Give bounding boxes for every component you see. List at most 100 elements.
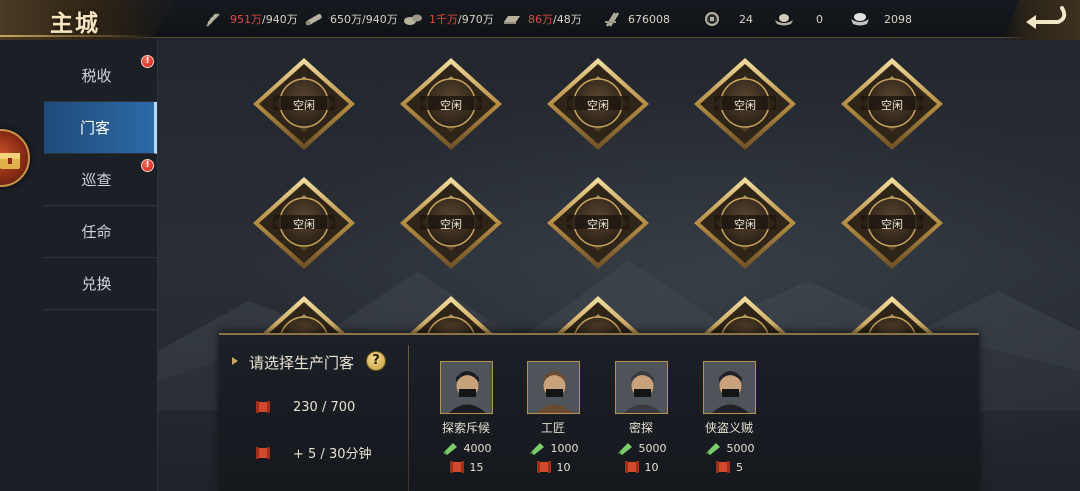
jade-scroll-icon [442,443,457,455]
sidebar-item-label: 任命 [81,223,112,241]
power-value: 676008 [628,12,670,26]
scroll-icon [716,461,730,473]
top-bar: 主城 951万/940万 650万/940万 1千万/970万 86万/48万 [0,0,1080,40]
jade-scroll-icon [529,443,544,455]
gold-ingot-icon [775,14,793,26]
slot-status-label: 空闲 [734,218,756,231]
retainer-card[interactable]: 探索斥候 4000 15 [431,361,501,491]
retainer-output-value: 15 [469,460,484,474]
retainer-cost-value: 1000 [550,441,579,455]
rate-row: + 5 / 30分钟 [255,443,371,462]
resource-wood[interactable]: 650万/940万 [304,9,398,29]
slot-status-label: 空闲 [734,99,756,112]
slot-status-label: 空闲 [587,218,609,231]
sidebar-item-label: 兑换 [81,275,112,293]
help-button[interactable]: ? [366,351,386,371]
retainer-output: 15 [431,460,501,474]
sidebar-item-appoint[interactable]: 任命 [44,206,157,258]
retainer-card[interactable]: 工匠 1000 10 [518,361,588,491]
retainer-portrait[interactable] [614,361,668,414]
retainer-cost-value: 5000 [726,441,755,455]
capacity-row: 230 / 700 [255,399,355,415]
silver-ingot-icon [851,13,869,26]
grain-icon [206,13,220,27]
resource-coin[interactable]: 24 [703,9,753,29]
tax-alert-badge: ! [141,55,154,68]
slot-status-label: 空闲 [440,99,462,112]
retainer-output: 5 [694,460,764,474]
stone-cap: /970万 [458,13,494,26]
retainer-avatar-icon [440,362,492,413]
slot-status-label: 空闲 [440,218,462,231]
scroll-icon [256,401,270,413]
slot-status-label: 空闲 [881,218,903,231]
retainer-avatar-icon [527,362,579,413]
retainer-avatar-icon [703,362,755,413]
resource-grain[interactable]: 951万/940万 [204,9,298,29]
capacity-value: 230 / 700 [293,399,356,415]
wood-icon [305,14,322,26]
retainer-cost: 1000 [518,441,588,455]
production-panel: 请选择生产门客 ? 230 / 700 + 5 / 30分钟 探索斥候 4000 1… [219,333,979,491]
retainer-slot[interactable]: 空闲 [251,56,357,152]
resource-stone[interactable]: 1千万/970万 [403,9,494,29]
retainer-portrait[interactable] [702,361,756,414]
back-arrow-icon [1026,6,1067,29]
sidebar-item-label: 税收 [81,67,112,85]
sidebar-item-exchange[interactable]: 兑换 [44,258,157,310]
scroll-icon [449,461,464,473]
retainer-slot[interactable]: 空闲 [839,175,945,271]
retainer-output-value: 5 [736,460,743,474]
retainer-slot[interactable]: 空闲 [545,175,651,271]
sidebar-item-label: 巡查 [81,171,112,189]
retainer-name: 探索斥候 [441,421,490,435]
retainer-slot[interactable]: 空闲 [251,175,357,271]
coin-value: 24 [739,12,753,26]
sidebar-item-tax[interactable]: 税收 [44,50,157,102]
retainer-card[interactable]: 密探 5000 10 [606,361,676,491]
resource-silver-ingot[interactable]: 2098 [850,9,912,29]
retainer-slot[interactable]: 空闲 [545,56,651,152]
wood-cap: /940万 [362,13,398,26]
resource-gold-ingot[interactable]: 0 [774,9,823,29]
retainer-cost: 5000 [606,441,676,455]
retainer-name: 侠盗义贼 [704,421,753,435]
scroll-icon [256,446,270,459]
retainer-name: 密探 [628,421,653,435]
resource-iron[interactable]: 86万/48万 [502,9,582,29]
patrol-alert-badge: ! [141,159,154,172]
rate-value: + 5 / 30分钟 [293,447,372,462]
scroll-icon [536,461,551,473]
iron-cap: /48万 [553,13,582,26]
retainer-slot[interactable]: 空闲 [692,175,798,271]
retainer-output: 10 [518,460,588,474]
retainer-cost-value: 4000 [463,441,492,455]
back-button[interactable] [1002,0,1080,40]
page-title: 主城 [50,10,100,37]
retainer-cost: 4000 [431,441,501,455]
side-treasure-emblem[interactable] [0,129,30,187]
silver-ingot-value: 2098 [884,12,912,26]
panel-title: 请选择生产门客 [249,354,355,372]
wood-current: 650万 [330,13,362,26]
retainer-output: 10 [606,460,676,474]
retainer-slot[interactable]: 空闲 [398,56,504,152]
sidebar-item-patrol[interactable]: 巡查 [44,154,157,206]
sidebar: 税收 门客 巡查 任命 兑换 ! ! [0,40,158,491]
retainer-output-value: 10 [644,460,659,474]
scroll-icon [624,461,639,473]
retainer-slot[interactable]: 空闲 [692,56,798,152]
retainer-slot[interactable]: 空闲 [398,175,504,271]
retainer-slot[interactable]: 空闲 [839,56,945,152]
slot-status-label: 空闲 [881,99,903,112]
retainer-cost: 5000 [694,441,764,455]
stone-current: 1千万 [429,13,458,26]
grain-current: 951万 [230,13,262,26]
sidebar-item-retainers[interactable]: 门客 [44,102,157,154]
retainer-portrait[interactable] [526,361,580,414]
retainer-card[interactable]: 侠盗义贼 5000 5 [694,361,764,491]
resource-power[interactable]: 676008 [602,9,670,29]
retainer-portrait[interactable] [439,361,493,414]
jade-scroll-icon [617,443,632,455]
panel-bullet-icon [232,357,238,365]
